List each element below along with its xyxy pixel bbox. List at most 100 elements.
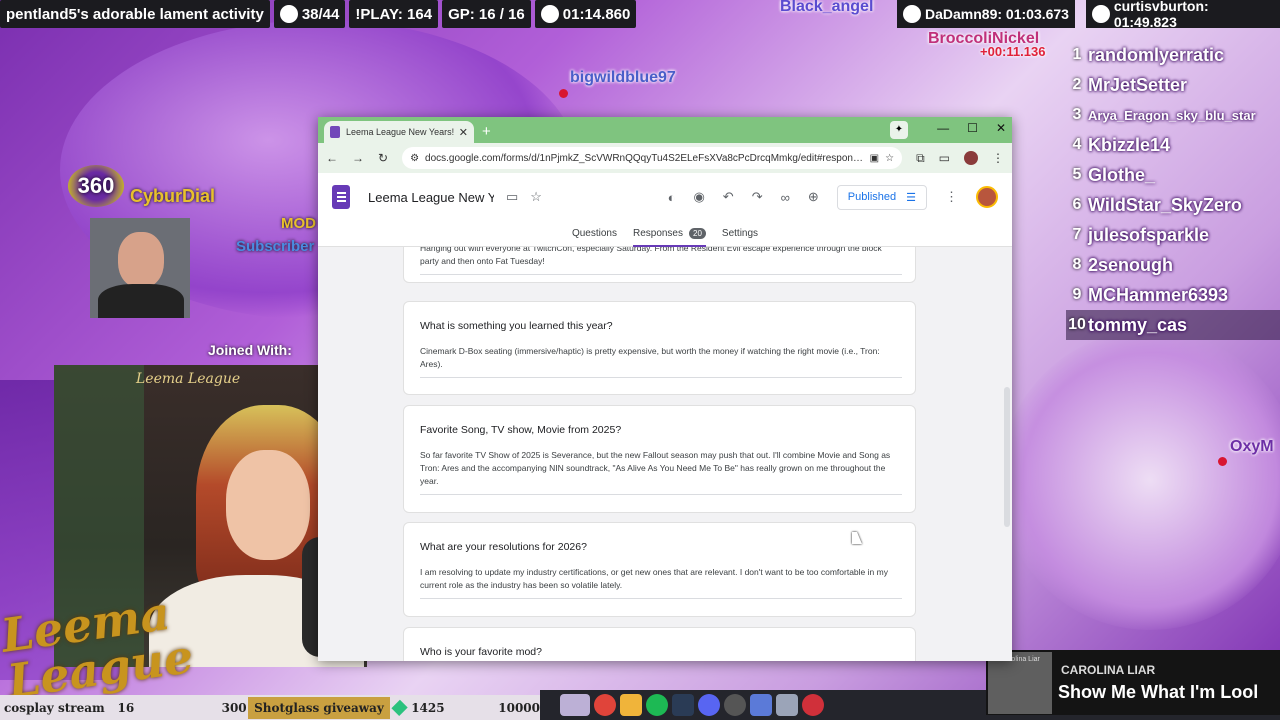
- clock-icon: [540, 5, 559, 23]
- app-icon[interactable]: [776, 694, 798, 716]
- response-answer: Hanging out with everyone at TwitchCon, …: [420, 247, 902, 275]
- palette-icon[interactable]: ◐: [668, 190, 676, 205]
- star-icon[interactable]: ☆: [530, 189, 542, 205]
- tab-strip: Leema League New Years! - Go ✕ + ✦ — ☐ ✕: [318, 117, 1012, 143]
- url-field[interactable]: ⚙ docs.google.com/forms/d/1nPjmkZ_ScVWRn…: [402, 147, 903, 169]
- cast-icon[interactable]: ▭: [939, 151, 950, 165]
- extensions-icon[interactable]: ⧉: [916, 151, 925, 166]
- webcam-sign: Leema League: [136, 371, 241, 387]
- spotify-icon[interactable]: [646, 694, 668, 716]
- tab-questions[interactable]: Questions: [564, 221, 625, 247]
- redo-icon[interactable]: ↷: [752, 189, 763, 205]
- response-card: Who is your favorite mod?: [403, 627, 916, 661]
- giveaway-label: Shotglass giveaway: [248, 696, 390, 719]
- minimize-button[interactable]: —: [937, 121, 949, 135]
- leaderboard-row: 4 Kbizzle14: [1072, 134, 1171, 155]
- album-art: Carolina Liar: [988, 652, 1052, 714]
- response-card: What is something you learned this year?…: [403, 301, 916, 395]
- top-time-2: curtisvburton: 01:49.823: [1086, 0, 1280, 30]
- forms-favicon-icon: [330, 126, 340, 138]
- close-window-button[interactable]: ✕: [996, 121, 1006, 135]
- response-card: Favorite Song, TV show, Movie from 2025?…: [403, 405, 916, 513]
- response-answer: I am resolving to update my industry cer…: [420, 566, 902, 599]
- background-swirl: [1000, 330, 1280, 630]
- mouse-cursor-icon: [852, 532, 862, 544]
- player-tag: OxyM: [1230, 438, 1274, 455]
- app-icon[interactable]: [750, 694, 772, 716]
- progress-counter: 38/44: [273, 0, 346, 28]
- account-avatar[interactable]: [976, 186, 998, 208]
- forward-button[interactable]: →: [352, 151, 364, 165]
- response-answer: So far favorite TV Show of 2025 is Sever…: [420, 449, 902, 495]
- maximize-button[interactable]: ☐: [967, 121, 978, 135]
- viewer-avatar: [90, 218, 190, 318]
- responses-content[interactable]: Hanging out with everyone at TwitchCon, …: [318, 247, 1012, 661]
- browser-window: Leema League New Years! - Go ✕ + ✦ — ☐ ✕…: [318, 117, 1012, 661]
- scrollbar[interactable]: [1004, 387, 1010, 527]
- leaderboard-row: 8 2senough: [1072, 254, 1174, 275]
- play-count: !PLAY: 164: [349, 0, 439, 28]
- player-tag: bigwildblue97: [570, 69, 676, 86]
- profile-avatar[interactable]: [964, 151, 978, 165]
- more-options-icon[interactable]: ⋮: [945, 189, 958, 205]
- channel-logo: Leema League: [0, 585, 197, 709]
- link-icon[interactable]: ∞: [781, 190, 790, 205]
- close-tab-icon[interactable]: ✕: [459, 126, 468, 139]
- site-info-icon[interactable]: ⚙: [410, 153, 419, 164]
- response-answer: Cinemark D-Box seating (immersive/haptic…: [420, 345, 902, 378]
- shield-icon: [1092, 5, 1110, 23]
- form-title[interactable]: Leema League New Yea: [368, 190, 494, 205]
- obs-icon[interactable]: [724, 694, 746, 716]
- app-icon[interactable]: [802, 694, 824, 716]
- player-split-time: +00:11.136: [980, 44, 1046, 59]
- now-playing-artist: CAROLINA LIAR: [1061, 663, 1156, 677]
- folder-icon[interactable]: [620, 694, 642, 716]
- screenshot-icon[interactable]: ▣: [870, 153, 879, 164]
- chrome-icon[interactable]: [594, 694, 616, 716]
- response-card: Hanging out with everyone at TwitchCon, …: [403, 247, 916, 283]
- reload-button[interactable]: ↻: [378, 151, 388, 165]
- google-forms-logo-icon[interactable]: [332, 185, 350, 209]
- steam-icon[interactable]: [672, 694, 694, 716]
- progress-icon: [279, 5, 298, 23]
- gemini-icon[interactable]: ✦: [890, 121, 908, 139]
- question-title: Who is your favorite mod?: [420, 646, 542, 658]
- leaderboard-row: 9 MCHammer6393: [1072, 284, 1229, 305]
- browser-tab[interactable]: Leema League New Years! - Go ✕: [324, 121, 474, 143]
- mod-label: MOD: [281, 215, 316, 232]
- browser-menu-icon[interactable]: ⋮: [992, 151, 1004, 165]
- bookmark-star-icon[interactable]: ☆: [885, 153, 894, 164]
- race-timer: 01:14.860: [534, 0, 637, 28]
- joined-with-label: Joined With:: [208, 342, 292, 358]
- player-marker: [1218, 457, 1227, 466]
- gp-counter: GP: 16 / 16: [442, 0, 531, 28]
- leaderboard-row: 7 julesofsparkle: [1072, 224, 1210, 245]
- leaderboard: 1 randomlyerratic 2 MrJetSetter 3 Arya_Erag…: [1066, 40, 1280, 340]
- back-button[interactable]: ←: [326, 151, 338, 165]
- form-tabs: Questions Responses 20 Settings: [318, 221, 1012, 247]
- new-tab-button[interactable]: +: [482, 123, 491, 140]
- undo-icon[interactable]: ↶: [723, 189, 734, 205]
- published-button[interactable]: Published ☰: [836, 184, 927, 210]
- leaderboard-row: 5 Glothe_: [1072, 164, 1156, 185]
- top-time-1: DaDamn89: 01:03.673: [897, 0, 1075, 28]
- app-icon[interactable]: [560, 694, 590, 716]
- player-tag: Black_angel: [780, 0, 874, 15]
- tab-settings[interactable]: Settings: [714, 221, 766, 247]
- tab-responses[interactable]: Responses 20: [625, 221, 714, 247]
- leaderboard-row: 3 Arya_Eragon_sky_blu_star: [1072, 106, 1256, 123]
- forms-header: Leema League New Yea ▭ ☆ ◐ ◉ ↶ ↷ ∞ ⊕ Pub…: [318, 173, 1012, 221]
- preview-eye-icon[interactable]: ◉: [693, 189, 704, 205]
- folder-icon[interactable]: ▭: [506, 189, 518, 205]
- leaderboard-row: 2 MrJetSetter: [1072, 74, 1188, 95]
- viewer-name: CyburDial: [130, 186, 216, 206]
- now-playing-widget: Carolina Liar CAROLINA LIAR Show Me What…: [986, 650, 1280, 715]
- discord-icon[interactable]: [698, 694, 720, 716]
- now-playing-song: Show Me What I'm Lool: [1058, 682, 1259, 702]
- publish-settings-icon: ☰: [906, 191, 916, 204]
- leaderboard-row: 6 WildStar_SkyZero: [1072, 194, 1242, 215]
- add-collaborator-icon[interactable]: ⊕: [808, 189, 819, 205]
- globe-icon: [903, 5, 921, 23]
- subscriber-label: Subscriber: [236, 238, 315, 255]
- stream-ticker: cosplay stream 16 300 Shotglass giveaway…: [0, 695, 540, 720]
